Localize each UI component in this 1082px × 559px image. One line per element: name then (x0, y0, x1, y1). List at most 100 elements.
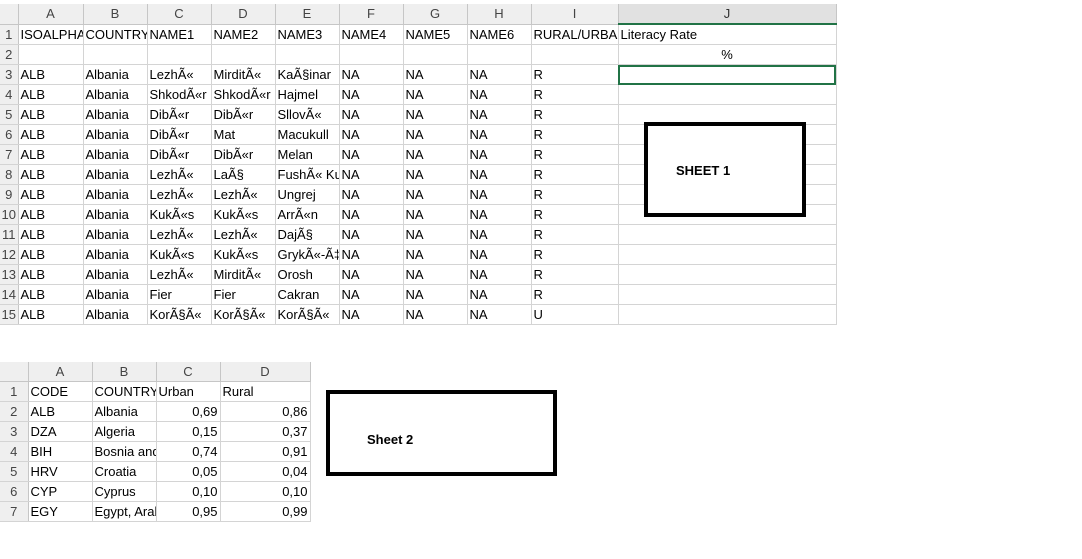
cell-d6[interactable]: 0,10 (220, 481, 311, 502)
cell-d2[interactable] (211, 44, 276, 65)
cell-b6[interactable]: Cyprus (92, 481, 157, 502)
cell-g3[interactable]: NA (403, 64, 468, 85)
cell-e15[interactable]: KorÃ§Ã« (275, 304, 340, 325)
cell-a3[interactable]: DZA (28, 421, 93, 442)
cell-h2[interactable] (467, 44, 532, 65)
cell-a7[interactable]: EGY (28, 501, 93, 522)
row-header[interactable]: 2 (0, 44, 19, 65)
cell-h8[interactable]: NA (467, 164, 532, 185)
row-header[interactable]: 11 (0, 224, 19, 245)
cell-g11[interactable]: NA (403, 224, 468, 245)
cell-d5[interactable]: 0,04 (220, 461, 311, 482)
row-header[interactable]: 9 (0, 184, 19, 205)
row-header[interactable]: 13 (0, 264, 19, 285)
cell-j13[interactable] (618, 264, 837, 285)
cell-i5[interactable]: R (531, 104, 619, 125)
cell-i4[interactable]: R (531, 84, 619, 105)
cell-b4[interactable]: Albania (83, 84, 148, 105)
cell-h4[interactable]: NA (467, 84, 532, 105)
cell-c5[interactable]: DibÃ«r (147, 104, 212, 125)
cell-i3[interactable]: R (531, 64, 619, 85)
cell-j14[interactable] (618, 284, 837, 305)
cell-d14[interactable]: Fier (211, 284, 276, 305)
select-all-corner[interactable] (0, 4, 19, 25)
cell-h13[interactable]: NA (467, 264, 532, 285)
column-header-f[interactable]: F (339, 4, 404, 25)
cell-d8[interactable]: LaÃ§ (211, 164, 276, 185)
cell-a8[interactable]: ALB (18, 164, 84, 185)
cell-b3[interactable]: Albania (83, 64, 148, 85)
cell-h5[interactable]: NA (467, 104, 532, 125)
cell-a7[interactable]: ALB (18, 144, 84, 165)
cell-f6[interactable]: NA (339, 124, 404, 145)
cell-b2[interactable] (83, 44, 148, 65)
row-header[interactable]: 5 (0, 104, 19, 125)
cell-f11[interactable]: NA (339, 224, 404, 245)
column-header-e[interactable]: E (275, 4, 340, 25)
cell-i15[interactable]: U (531, 304, 619, 325)
cell-d3[interactable]: MirditÃ« (211, 64, 276, 85)
cell-a1[interactable]: CODE (28, 381, 93, 402)
cell-i12[interactable]: R (531, 244, 619, 265)
cell-c15[interactable]: KorÃ§Ã« (147, 304, 212, 325)
cell-d1[interactable]: Rural (220, 381, 311, 402)
cell-c2[interactable]: 0,69 (156, 401, 221, 422)
cell-f4[interactable]: NA (339, 84, 404, 105)
cell-g9[interactable]: NA (403, 184, 468, 205)
cell-i7[interactable]: R (531, 144, 619, 165)
cell-g15[interactable]: NA (403, 304, 468, 325)
cell-d4[interactable]: 0,91 (220, 441, 311, 462)
cell-a5[interactable]: ALB (18, 104, 84, 125)
cell-d7[interactable]: DibÃ«r (211, 144, 276, 165)
cell-a13[interactable]: ALB (18, 264, 84, 285)
column-header-a[interactable]: A (28, 362, 93, 382)
cell-f7[interactable]: NA (339, 144, 404, 165)
row-header[interactable]: 6 (0, 481, 29, 502)
cell-i1[interactable]: RURAL/URBAN (531, 24, 619, 45)
cell-a6[interactable]: ALB (18, 124, 84, 145)
cell-g12[interactable]: NA (403, 244, 468, 265)
cell-b7[interactable]: Egypt, Arab Rep. (92, 501, 157, 522)
cell-c8[interactable]: LezhÃ« (147, 164, 212, 185)
cell-i10[interactable]: R (531, 204, 619, 225)
cell-c14[interactable]: Fier (147, 284, 212, 305)
cell-b13[interactable]: Albania (83, 264, 148, 285)
cell-c3[interactable]: LezhÃ« (147, 64, 212, 85)
cell-h6[interactable]: NA (467, 124, 532, 145)
cell-d12[interactable]: KukÃ«s (211, 244, 276, 265)
cell-b4[interactable]: Bosnia and Herzegovina (92, 441, 157, 462)
cell-a12[interactable]: ALB (18, 244, 84, 265)
cell-j12[interactable] (618, 244, 837, 265)
cell-f5[interactable]: NA (339, 104, 404, 125)
column-header-h[interactable]: H (467, 4, 532, 25)
cell-c10[interactable]: KukÃ«s (147, 204, 212, 225)
cell-f15[interactable]: NA (339, 304, 404, 325)
cell-a2[interactable] (18, 44, 84, 65)
cell-i11[interactable]: R (531, 224, 619, 245)
cell-b14[interactable]: Albania (83, 284, 148, 305)
cell-a6[interactable]: CYP (28, 481, 93, 502)
cell-i2[interactable] (531, 44, 619, 65)
cell-g6[interactable]: NA (403, 124, 468, 145)
column-header-a[interactable]: A (18, 4, 84, 25)
cell-f8[interactable]: NA (339, 164, 404, 185)
cell-b7[interactable]: Albania (83, 144, 148, 165)
cell-e1[interactable]: NAME3 (275, 24, 340, 45)
cell-c2[interactable] (147, 44, 212, 65)
cell-d2[interactable]: 0,86 (220, 401, 311, 422)
cell-e14[interactable]: Cakran (275, 284, 340, 305)
cell-c12[interactable]: KukÃ«s (147, 244, 212, 265)
cell-b11[interactable]: Albania (83, 224, 148, 245)
cell-a4[interactable]: ALB (18, 84, 84, 105)
cell-d5[interactable]: DibÃ«r (211, 104, 276, 125)
row-header[interactable]: 1 (0, 381, 29, 402)
cell-b12[interactable]: Albania (83, 244, 148, 265)
cell-e8[interactable]: FushÃ« Kuqe (275, 164, 340, 185)
cell-a4[interactable]: BIH (28, 441, 93, 462)
row-header[interactable]: 15 (0, 304, 19, 325)
cell-g13[interactable]: NA (403, 264, 468, 285)
cell-e3[interactable]: KaÃ§inar (275, 64, 340, 85)
cell-h7[interactable]: NA (467, 144, 532, 165)
cell-c1[interactable]: Urban (156, 381, 221, 402)
cell-j11[interactable] (618, 224, 837, 245)
